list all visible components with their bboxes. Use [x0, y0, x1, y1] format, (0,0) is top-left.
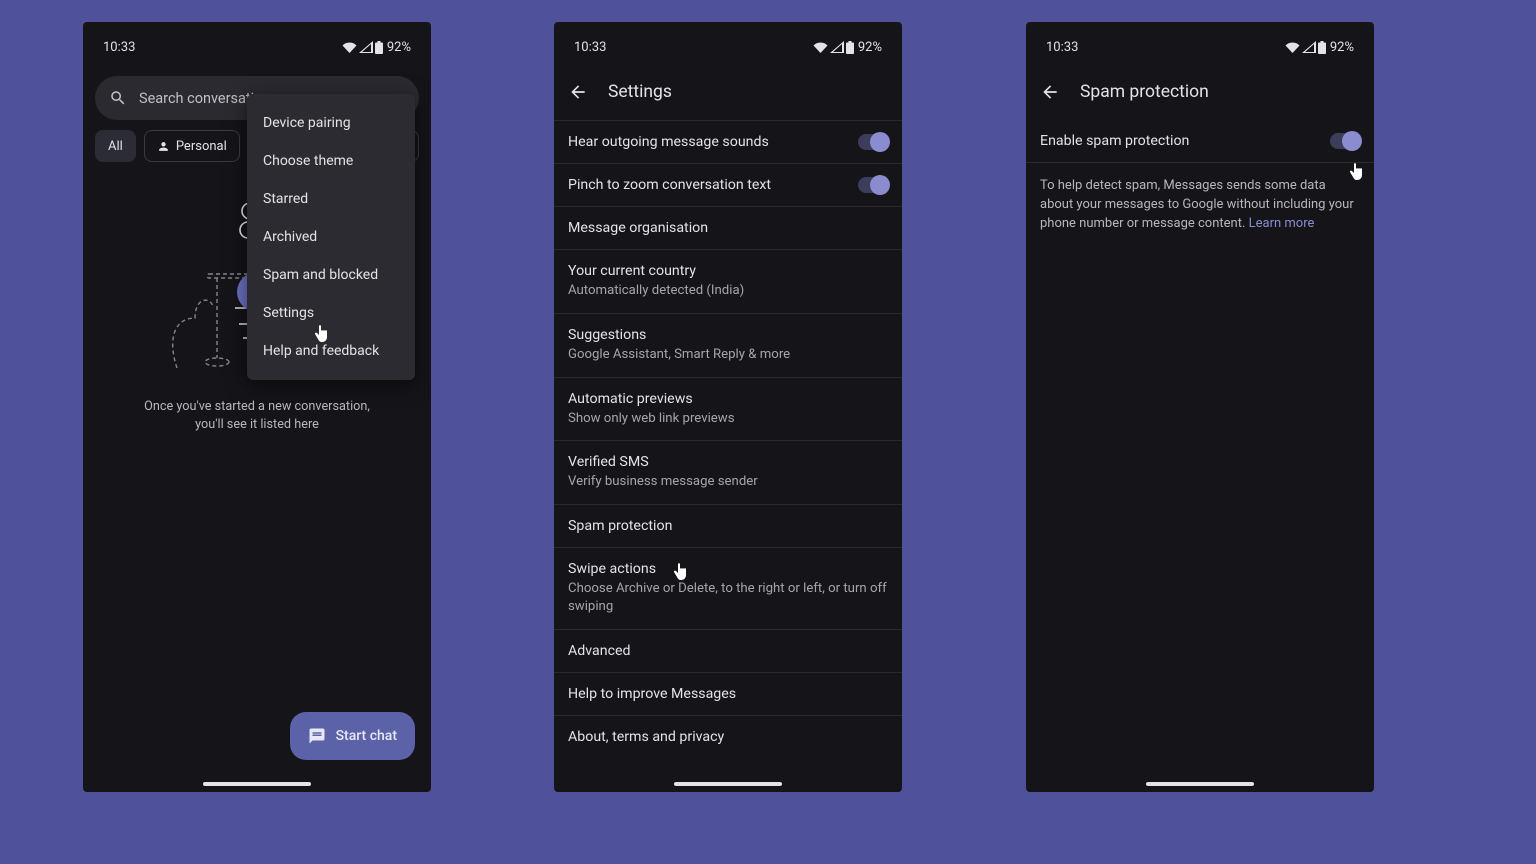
nav-indicator — [1146, 782, 1254, 786]
row-about[interactable]: About, terms and privacy — [554, 716, 902, 758]
person-icon — [157, 140, 170, 153]
phone-screen-settings: 10:33 92% Settings Hear outgoing message… — [554, 22, 902, 792]
status-icons: 92% — [1285, 40, 1354, 55]
row-pinch-zoom[interactable]: Pinch to zoom conversation text — [554, 164, 902, 207]
status-bar: 10:33 92% — [1026, 30, 1374, 64]
toggle-pinch-zoom[interactable] — [858, 177, 888, 193]
battery-icon — [1318, 41, 1326, 54]
phone-screen-home: 10:33 92% Search conversations All Perso… — [83, 22, 431, 792]
pointer-cursor-icon — [672, 562, 692, 582]
row-swipe-actions[interactable]: Swipe actionsChoose Archive or Delete, t… — [554, 548, 902, 630]
status-time: 10:33 — [103, 40, 135, 55]
search-icon — [109, 89, 127, 107]
row-country[interactable]: Your current countryAutomatically detect… — [554, 250, 902, 314]
start-chat-button[interactable]: Start chat — [290, 712, 415, 760]
row-suggestions[interactable]: SuggestionsGoogle Assistant, Smart Reply… — [554, 314, 902, 378]
row-help-improve[interactable]: Help to improve Messages — [554, 673, 902, 716]
settings-list: Hear outgoing message sounds Pinch to zo… — [554, 120, 902, 758]
chat-icon — [308, 727, 326, 745]
signal-icon — [1302, 41, 1316, 53]
spam-appbar: Spam protection — [1026, 64, 1374, 120]
status-time: 10:33 — [574, 40, 606, 55]
pointer-cursor-icon — [313, 324, 333, 344]
pointer-cursor-icon — [1348, 162, 1368, 182]
learn-more-link[interactable]: Learn more — [1249, 216, 1315, 231]
status-icons: 92% — [342, 40, 411, 55]
page-title: Settings — [608, 82, 672, 102]
page-title: Spam protection — [1080, 82, 1209, 102]
row-message-org[interactable]: Message organisation — [554, 207, 902, 250]
toggle-outgoing-sounds[interactable] — [858, 134, 888, 150]
back-arrow-icon[interactable] — [1040, 82, 1060, 102]
chip-personal[interactable]: Personal — [144, 130, 240, 162]
nav-indicator — [674, 782, 782, 786]
nav-indicator — [203, 782, 311, 786]
status-time: 10:33 — [1046, 40, 1078, 55]
wifi-icon — [813, 41, 828, 53]
menu-choose-theme[interactable]: Choose theme — [247, 142, 415, 180]
menu-device-pairing[interactable]: Device pairing — [247, 104, 415, 142]
row-outgoing-sounds[interactable]: Hear outgoing message sounds — [554, 121, 902, 164]
phone-screen-spam-protection: 10:33 92% Spam protection Enable spam pr… — [1026, 22, 1374, 792]
status-bar: 10:33 92% — [554, 30, 902, 64]
menu-archived[interactable]: Archived — [247, 218, 415, 256]
row-advanced[interactable]: Advanced — [554, 630, 902, 673]
row-enable-spam[interactable]: Enable spam protection — [1026, 120, 1374, 163]
battery-icon — [375, 41, 383, 54]
back-arrow-icon[interactable] — [568, 82, 588, 102]
row-auto-previews[interactable]: Automatic previewsShow only web link pre… — [554, 378, 902, 442]
row-spam-protection[interactable]: Spam protection — [554, 505, 902, 548]
empty-state-text: Once you've started a new conversation, … — [83, 398, 431, 434]
menu-starred[interactable]: Starred — [247, 180, 415, 218]
chip-all[interactable]: All — [95, 130, 136, 162]
status-icons: 92% — [813, 40, 882, 55]
battery-percent: 92% — [858, 40, 882, 55]
toggle-enable-spam[interactable] — [1330, 133, 1360, 149]
spam-description: To help detect spam, Messages sends some… — [1026, 163, 1374, 248]
wifi-icon — [1285, 41, 1300, 53]
status-bar: 10:33 92% — [83, 30, 431, 64]
wifi-icon — [342, 41, 357, 53]
signal-icon — [830, 41, 844, 53]
settings-appbar: Settings — [554, 64, 902, 120]
battery-percent: 92% — [387, 40, 411, 55]
battery-percent: 92% — [1330, 40, 1354, 55]
menu-spam-blocked[interactable]: Spam and blocked — [247, 256, 415, 294]
battery-icon — [846, 41, 854, 54]
signal-icon — [359, 41, 373, 53]
row-verified-sms[interactable]: Verified SMSVerify business message send… — [554, 441, 902, 505]
